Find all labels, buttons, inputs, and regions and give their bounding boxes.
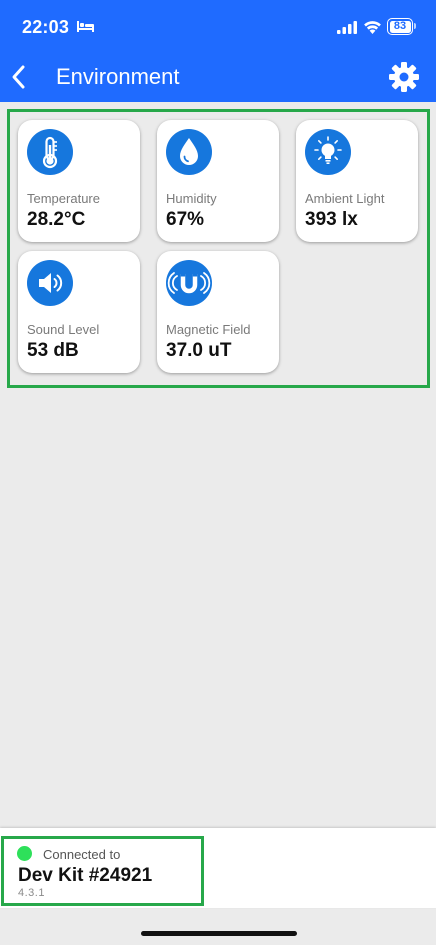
sensor-card-magnetic-field[interactable]: Magnetic Field 37.0 uT xyxy=(157,251,279,373)
sensor-label: Temperature xyxy=(27,191,100,206)
sensor-label: Humidity xyxy=(166,191,217,206)
magnet-icon xyxy=(166,260,212,306)
app-header: 22:03 83 Environment xyxy=(0,0,436,102)
settings-gear-icon[interactable] xyxy=(388,61,420,93)
connection-status-dot xyxy=(17,846,32,861)
wifi-icon xyxy=(364,21,381,34)
status-time: 22:03 xyxy=(22,17,70,37)
lightbulb-icon xyxy=(305,129,351,175)
battery-level: 83 xyxy=(389,20,411,33)
bed-icon xyxy=(77,21,94,32)
connection-status-label: Connected to xyxy=(43,847,121,862)
sensor-value: 67% xyxy=(166,209,205,230)
device-name: Dev Kit #24921 xyxy=(18,865,153,886)
firmware-version: 4.3.1 xyxy=(18,887,45,899)
status-bar: 22:03 83 xyxy=(0,0,436,56)
sensor-label: Magnetic Field xyxy=(166,322,251,337)
home-indicator[interactable] xyxy=(141,931,297,936)
sensor-label: Ambient Light xyxy=(305,191,385,206)
sensor-card-temperature[interactable]: Temperature 28.2°C xyxy=(18,120,140,242)
sensor-card-humidity[interactable]: Humidity 67% xyxy=(157,120,279,242)
back-chevron-icon[interactable] xyxy=(8,62,28,92)
sensor-value: 393 lx xyxy=(305,209,358,230)
thermometer-icon xyxy=(27,129,73,175)
water-drop-icon xyxy=(166,129,212,175)
speaker-icon xyxy=(27,260,73,306)
sensor-card-ambient-light[interactable]: Ambient Light 393 lx xyxy=(296,120,418,242)
sensor-label: Sound Level xyxy=(27,322,100,337)
cellular-signal-icon xyxy=(337,21,357,34)
sensor-value: 37.0 uT xyxy=(166,340,232,361)
battery-indicator: 83 xyxy=(387,18,413,35)
sensor-value: 53 dB xyxy=(27,340,79,361)
sensor-card-sound-level[interactable]: Sound Level 53 dB xyxy=(18,251,140,373)
page-title: Environment xyxy=(56,64,180,89)
sensor-value: 28.2°C xyxy=(27,209,86,230)
battery-tip xyxy=(414,23,416,29)
